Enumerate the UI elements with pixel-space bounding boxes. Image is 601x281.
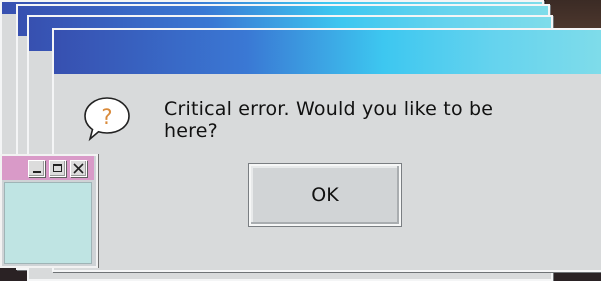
minimize-icon[interactable] <box>28 160 45 177</box>
small-window-titlebar[interactable] <box>2 156 94 180</box>
maximize-icon[interactable] <box>49 160 66 177</box>
dialog-titlebar[interactable] <box>54 30 601 74</box>
error-dialog-window <box>52 28 601 272</box>
question-bubble-icon: ? <box>82 95 132 143</box>
svg-text:?: ? <box>101 105 112 129</box>
ok-button[interactable]: OK <box>248 163 402 227</box>
small-window-content <box>4 182 92 264</box>
error-message: Critical error. Would you like to be her… <box>164 98 494 142</box>
small-window <box>0 154 98 268</box>
close-icon[interactable] <box>70 160 87 177</box>
